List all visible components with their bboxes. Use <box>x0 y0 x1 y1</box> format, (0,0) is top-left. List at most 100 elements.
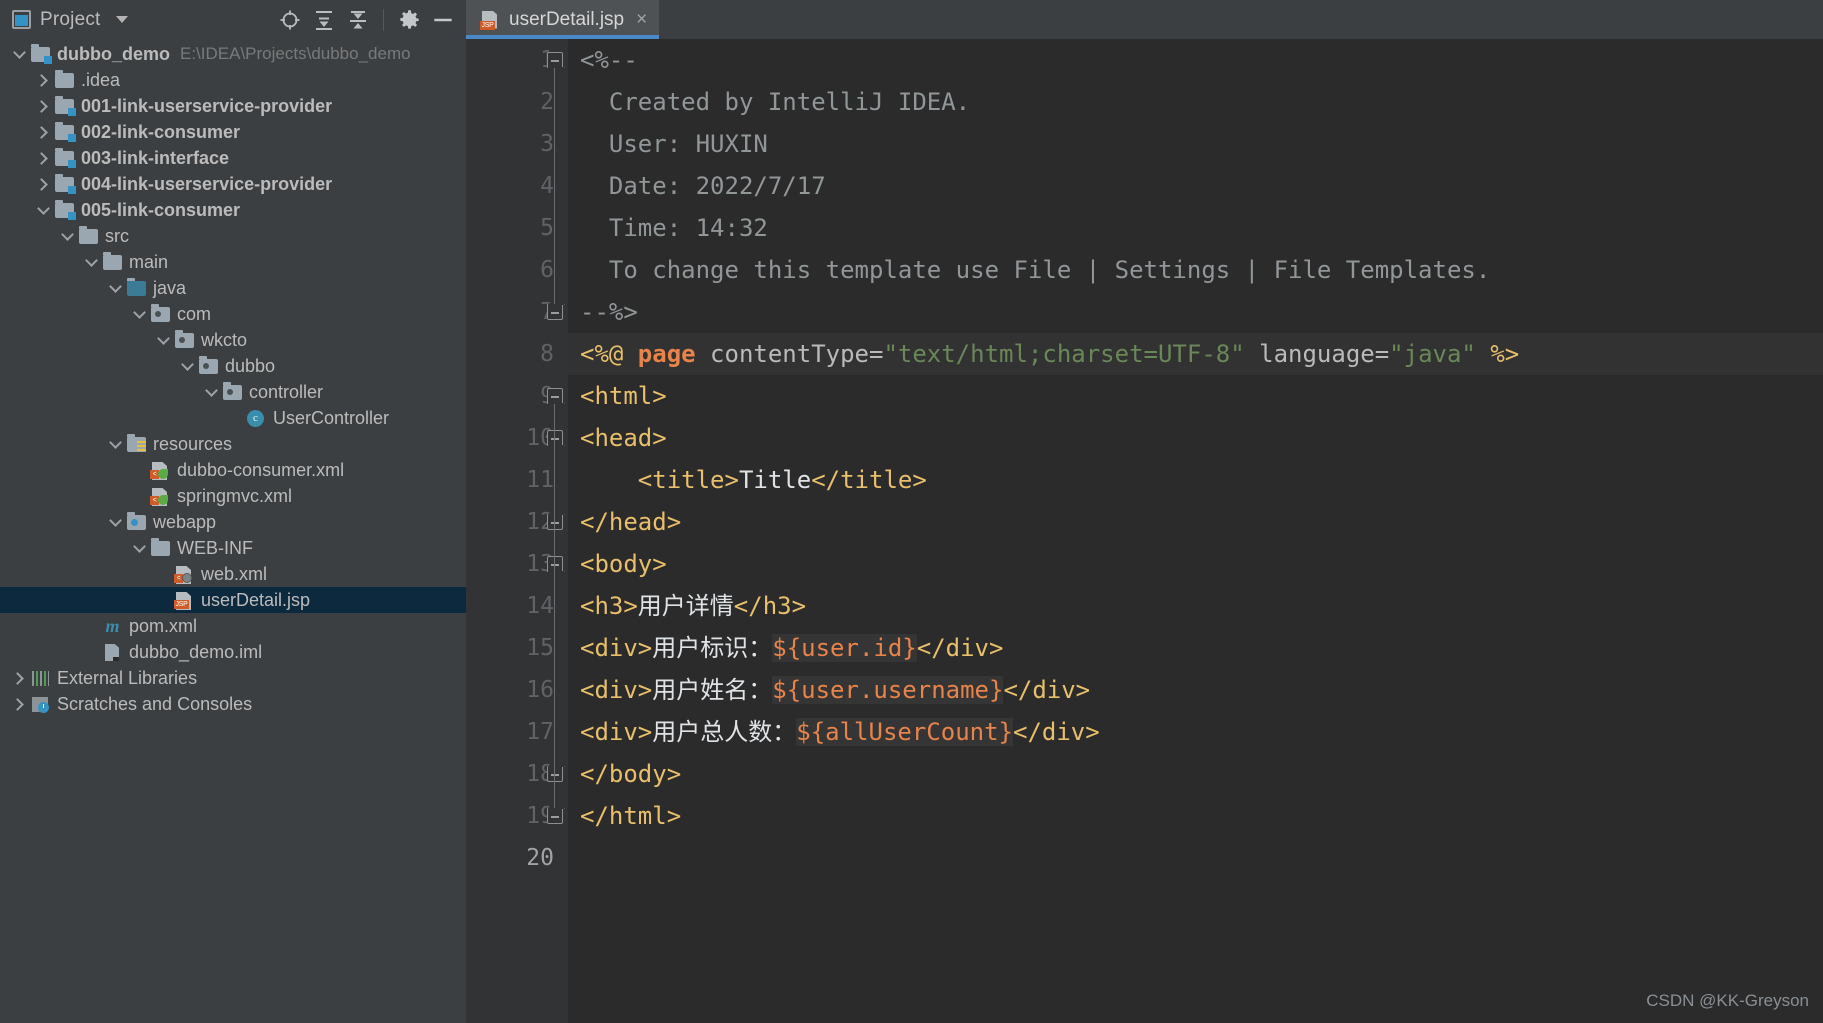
chevron-right-icon[interactable] <box>32 121 54 143</box>
tree-node-label: resources <box>153 433 233 454</box>
code-text-area[interactable]: <%-- Created by IntelliJ IDEA. User: HUX… <box>568 39 1823 1023</box>
tree-node-004-link-userservice-provider[interactable]: 004-link-userservice-provider <box>0 171 466 197</box>
hide-panel-icon[interactable] <box>428 5 458 35</box>
fold-top-icon[interactable] <box>547 388 563 404</box>
fold-bottom-icon[interactable] <box>547 808 563 824</box>
code-line[interactable]: <title>Title</title> <box>568 459 1823 501</box>
watermark-label: CSDN @KK-Greyson <box>1646 991 1809 1010</box>
chevron-down-icon[interactable] <box>8 43 30 65</box>
tree-node-dubbo-consumer-xml[interactable]: < dubbo-consumer.xml <box>0 457 466 483</box>
code-line[interactable]: <head> <box>568 417 1823 459</box>
tree-node-label: dubbo-consumer.xml <box>177 459 345 480</box>
tree-node-dubbo-demo[interactable]: dubbo_demo E:\IDEA\Projects\dubbo_demo <box>0 41 466 67</box>
code-token-tag: <title> <box>580 466 739 494</box>
tree-node-web-inf[interactable]: WEB-INF <box>0 535 466 561</box>
code-line[interactable]: <div>用户总人数：${allUserCount}</div> <box>568 711 1823 753</box>
chevron-down-icon[interactable] <box>104 511 126 533</box>
chevron-right-icon[interactable] <box>8 667 30 689</box>
chevron-down-icon[interactable] <box>56 225 78 247</box>
chevron-down-icon[interactable] <box>200 381 222 403</box>
code-line[interactable]: <%@ page contentType="text/html;charset=… <box>568 333 1823 375</box>
code-folding-column[interactable] <box>542 39 568 1023</box>
tree-node--idea[interactable]: .idea <box>0 67 466 93</box>
source-root-folder-icon <box>126 278 147 297</box>
code-line[interactable]: Date: 2022/7/17 <box>568 165 1823 207</box>
chevron-right-icon[interactable] <box>32 147 54 169</box>
fold-bottom-icon[interactable] <box>547 304 563 320</box>
settings-gear-icon[interactable] <box>394 5 424 35</box>
chevron-down-icon[interactable] <box>152 329 174 351</box>
code-line[interactable]: <h3>用户详情</h3> <box>568 585 1823 627</box>
tree-node-label: dubbo_demo <box>57 43 170 64</box>
tree-node-003-link-interface[interactable]: 003-link-interface <box>0 145 466 171</box>
code-line[interactable]: Created by IntelliJ IDEA. <box>568 81 1823 123</box>
code-line[interactable]: Time: 14:32 <box>568 207 1823 249</box>
code-token-comment: Time: 14:32 <box>580 214 768 242</box>
tree-node-web-xml[interactable]: < web.xml <box>0 561 466 587</box>
code-line[interactable]: <html> <box>568 375 1823 417</box>
tree-node-pom-xml[interactable]: m pom.xml <box>0 613 466 639</box>
expand-all-icon[interactable] <box>309 5 339 35</box>
tree-node-dubbo-demo-iml[interactable]: dubbo_demo.iml <box>0 639 466 665</box>
chevron-down-icon[interactable] <box>80 251 102 273</box>
line-number-gutter[interactable]: 1234567891011121314151617181920 <box>466 39 568 1023</box>
spring-xml-file-icon: < <box>150 461 171 480</box>
code-line[interactable]: <div>用户标识：${user.id}</div> <box>568 627 1823 669</box>
tree-node-webapp[interactable]: webapp <box>0 509 466 535</box>
tree-node-usercontroller[interactable]: c UserController <box>0 405 466 431</box>
code-line[interactable]: </head> <box>568 501 1823 543</box>
code-line[interactable]: --%> <box>568 291 1823 333</box>
chevron-down-icon[interactable] <box>176 355 198 377</box>
close-icon[interactable]: × <box>636 10 647 29</box>
tree-node-dubbo[interactable]: dubbo <box>0 353 466 379</box>
code-token-tag: </html> <box>580 802 682 830</box>
chevron-right-icon[interactable] <box>32 69 54 91</box>
tree-node-src[interactable]: src <box>0 223 466 249</box>
tree-node-com[interactable]: com <box>0 301 466 327</box>
tree-node-002-link-consumer[interactable]: 002-link-consumer <box>0 119 466 145</box>
fold-top-icon[interactable] <box>547 52 563 68</box>
chevron-down-icon[interactable] <box>128 303 150 325</box>
chevron-down-icon[interactable] <box>104 277 126 299</box>
tree-node-001-link-userservice-provider[interactable]: 001-link-userservice-provider <box>0 93 466 119</box>
code-line[interactable]: User: HUXIN <box>568 123 1823 165</box>
code-line[interactable] <box>568 837 1823 879</box>
tree-node-wkcto[interactable]: wkcto <box>0 327 466 353</box>
fold-top-icon[interactable] <box>547 556 563 572</box>
chevron-down-icon[interactable] <box>128 537 150 559</box>
tree-node-springmvc-xml[interactable]: < springmvc.xml <box>0 483 466 509</box>
tree-node-label: wkcto <box>201 329 248 350</box>
chevron-down-icon[interactable] <box>32 199 54 221</box>
chevron-right-icon[interactable] <box>8 693 30 715</box>
chevron-right-icon[interactable] <box>32 95 54 117</box>
fold-top-icon[interactable] <box>547 430 563 446</box>
tree-node-userdetail-jsp[interactable]: JSP userDetail.jsp <box>0 587 466 613</box>
code-token-str: "text/html;charset=UTF-8" <box>883 340 1245 368</box>
locate-icon[interactable] <box>275 5 305 35</box>
tree-node-path: E:\IDEA\Projects\dubbo_demo <box>180 44 411 63</box>
code-line[interactable]: <%-- <box>568 39 1823 81</box>
tree-node-scratches-and-consoles[interactable]: Scratches and Consoles <box>0 691 466 717</box>
editor-area: JSP userDetail.jsp × 1234567891011121314… <box>466 0 1823 1023</box>
tree-node-resources[interactable]: resources <box>0 431 466 457</box>
tree-node-external-libraries[interactable]: External Libraries <box>0 665 466 691</box>
chevron-down-icon[interactable] <box>104 433 126 455</box>
code-line[interactable]: To change this template use File | Setti… <box>568 249 1823 291</box>
tree-node-java[interactable]: java <box>0 275 466 301</box>
tree-node-005-link-consumer[interactable]: 005-link-consumer <box>0 197 466 223</box>
fold-bottom-icon[interactable] <box>547 514 563 530</box>
fold-bottom-icon[interactable] <box>547 766 563 782</box>
chevron-right-icon[interactable] <box>32 173 54 195</box>
tree-node-main[interactable]: main <box>0 249 466 275</box>
tree-node-label: 004-link-userservice-provider <box>81 173 333 194</box>
tree-node-controller[interactable]: controller <box>0 379 466 405</box>
editor-tab-userdetail-jsp[interactable]: JSP userDetail.jsp × <box>466 0 660 39</box>
code-line[interactable]: </html> <box>568 795 1823 837</box>
code-line[interactable]: <body> <box>568 543 1823 585</box>
code-line[interactable]: </body> <box>568 753 1823 795</box>
code-line[interactable]: <div>用户姓名：${user.username}</div> <box>568 669 1823 711</box>
project-view-selector[interactable]: Project <box>12 9 128 31</box>
collapse-all-icon[interactable] <box>343 5 373 35</box>
project-tree[interactable]: dubbo_demo E:\IDEA\Projects\dubbo_demo .id… <box>0 39 466 1023</box>
chevron-down-icon[interactable] <box>115 16 128 23</box>
